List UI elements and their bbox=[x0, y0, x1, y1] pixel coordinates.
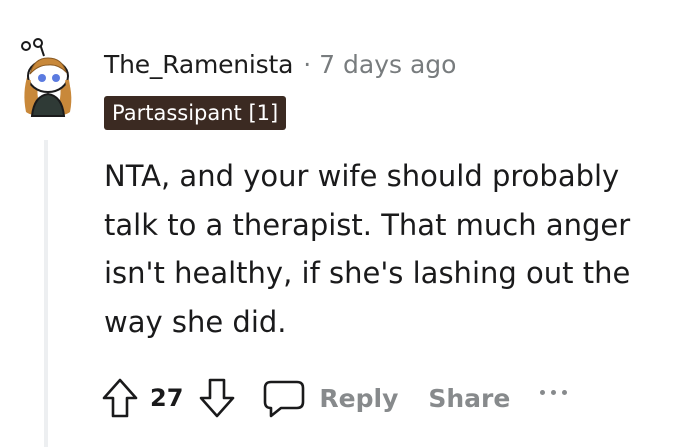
reply-button[interactable]: Reply bbox=[263, 378, 398, 418]
dot bbox=[562, 389, 568, 395]
dot bbox=[540, 389, 546, 395]
comment-header: The_Ramenista · 7 days ago bbox=[104, 50, 456, 79]
user-flair: Partassipant [1] bbox=[104, 96, 287, 130]
vote-count: 27 bbox=[150, 384, 184, 412]
ellipsis-icon[interactable] bbox=[540, 382, 568, 402]
thread-line[interactable] bbox=[44, 140, 48, 447]
comment-actions: 27 Reply Share bbox=[100, 376, 568, 420]
separator: · bbox=[303, 50, 312, 79]
reply-label: Reply bbox=[319, 383, 399, 413]
timestamp[interactable]: 7 days ago bbox=[319, 50, 456, 79]
downvote-arrow-icon[interactable] bbox=[197, 376, 237, 420]
comment: The_Ramenista · 7 days ago Partassipant … bbox=[0, 0, 700, 447]
speech-bubble-icon bbox=[263, 378, 305, 418]
share-button[interactable]: Share bbox=[428, 384, 510, 413]
dot bbox=[551, 389, 557, 395]
upvote-arrow-icon[interactable] bbox=[100, 376, 140, 420]
comment-body: NTA, and your wife should probably talk … bbox=[104, 159, 631, 339]
snoo-avatar-icon[interactable] bbox=[14, 34, 84, 124]
username[interactable]: The_Ramenista bbox=[104, 50, 293, 79]
